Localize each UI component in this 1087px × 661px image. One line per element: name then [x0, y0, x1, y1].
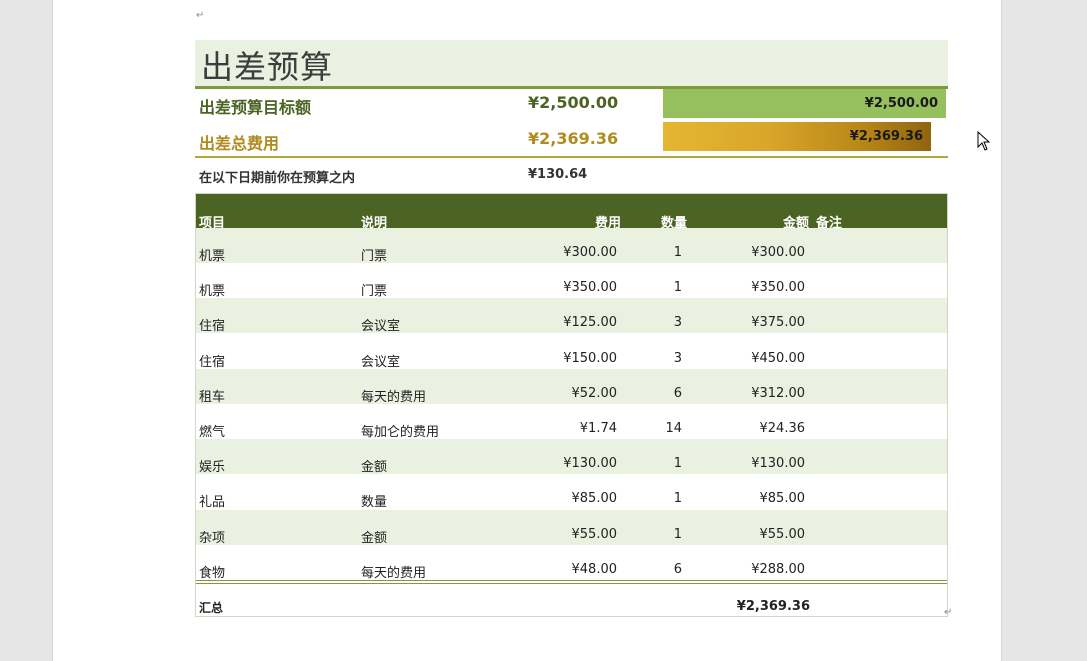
cell-qty[interactable]: 14: [665, 421, 682, 436]
table-row: 住宿 会议室 ¥125.00 3 ¥375.00: [196, 298, 947, 334]
total-bar: ¥2,369.36: [663, 122, 931, 151]
cell-desc[interactable]: 会议室: [361, 315, 400, 334]
cell-amount[interactable]: ¥375.00: [751, 315, 805, 330]
table-row: 燃气 每加仑的费用 ¥1.74 14 ¥24.36: [196, 404, 947, 440]
cell-item[interactable]: 燃气: [199, 421, 225, 440]
cell-cost[interactable]: ¥1.74: [580, 421, 617, 436]
cell-cost[interactable]: ¥52.00: [572, 386, 618, 401]
paragraph-mark-icon: ↵: [944, 607, 953, 618]
table-row: 机票 门票 ¥350.00 1 ¥350.00: [196, 263, 947, 299]
cell-amount[interactable]: ¥55.00: [760, 527, 806, 542]
target-value[interactable]: ¥2,500.00: [528, 93, 618, 112]
table-row: 礼品 数量 ¥85.00 1 ¥85.00: [196, 474, 947, 510]
cell-amount[interactable]: ¥24.36: [760, 421, 806, 436]
cell-item[interactable]: 机票: [199, 245, 225, 264]
expense-table: 项目 说明 费用 数量 金额 备注 机票 门票 ¥300.00 1 ¥300.00 机票门…: [195, 193, 948, 617]
total-row-value[interactable]: ¥2,369.36: [737, 599, 810, 614]
cell-desc[interactable]: 门票: [361, 280, 387, 299]
mouse-pointer-icon: [977, 131, 991, 151]
cell-item[interactable]: 租车: [199, 386, 225, 405]
cell-item[interactable]: 杂项: [199, 527, 225, 546]
total-row-label[interactable]: 汇总: [199, 599, 223, 616]
table-row: 杂项 金额 ¥55.00 1 ¥55.00: [196, 509, 947, 546]
cell-item[interactable]: 礼品: [199, 491, 225, 510]
cell-qty[interactable]: 1: [674, 245, 682, 260]
cell-qty[interactable]: 1: [674, 456, 682, 471]
cell-qty[interactable]: 6: [674, 562, 682, 577]
cell-amount[interactable]: ¥85.00: [760, 491, 806, 506]
table-header: 项目 说明 费用 数量 金额 备注: [196, 194, 947, 231]
cell-qty[interactable]: 1: [674, 491, 682, 506]
cell-desc[interactable]: 会议室: [361, 351, 400, 370]
target-label[interactable]: 出差预算目标额: [199, 94, 311, 118]
cell-desc[interactable]: 每天的费用: [361, 386, 426, 405]
table-row: 机票 门票 ¥300.00 1 ¥300.00: [196, 228, 947, 264]
cell-cost[interactable]: ¥300.00: [563, 245, 617, 260]
cell-desc[interactable]: 数量: [361, 491, 387, 510]
cell-amount[interactable]: ¥350.00: [751, 280, 805, 295]
cell-cost[interactable]: ¥130.00: [563, 456, 617, 471]
title-band: 出差预算: [195, 40, 948, 89]
divider: [195, 156, 948, 158]
cell-qty[interactable]: 6: [674, 386, 682, 401]
cell-desc[interactable]: 每天的费用: [361, 562, 426, 581]
cell-amount[interactable]: ¥130.00: [751, 456, 805, 471]
table-row: 娱乐 金额 ¥130.00 1 ¥130.00: [196, 439, 947, 475]
total-value[interactable]: ¥2,369.36: [528, 129, 618, 148]
cell-cost[interactable]: ¥48.00: [572, 562, 618, 577]
cell-cost[interactable]: ¥350.00: [563, 280, 617, 295]
total-label[interactable]: 出差总费用: [199, 130, 279, 154]
cell-cost[interactable]: ¥85.00: [572, 491, 618, 506]
cell-cost[interactable]: ¥125.00: [563, 315, 617, 330]
cell-qty[interactable]: 3: [674, 315, 682, 330]
cell-qty[interactable]: 1: [674, 527, 682, 542]
cell-amount[interactable]: ¥300.00: [751, 245, 805, 260]
cell-qty[interactable]: 3: [674, 351, 682, 366]
table-row: 食物 每天的费用 ¥48.00 6 ¥288.00: [196, 544, 947, 581]
cell-item[interactable]: 住宿: [199, 351, 225, 370]
table-row: 租车 每天的费用 ¥52.00 6 ¥312.00: [196, 368, 947, 405]
cell-item[interactable]: 娱乐: [199, 456, 225, 475]
cell-cost[interactable]: ¥150.00: [563, 351, 617, 366]
cell-amount[interactable]: ¥450.00: [751, 351, 805, 366]
cell-desc[interactable]: 金额: [361, 456, 387, 475]
cell-cost[interactable]: ¥55.00: [572, 527, 618, 542]
cell-desc[interactable]: 门票: [361, 245, 387, 264]
cell-item[interactable]: 机票: [199, 280, 225, 299]
cell-qty[interactable]: 1: [674, 280, 682, 295]
table-row: 住宿 会议室 ¥150.00 3 ¥450.00: [196, 333, 947, 370]
remaining-value[interactable]: ¥130.64: [528, 167, 587, 182]
cell-amount[interactable]: ¥288.00: [751, 562, 805, 577]
cell-desc[interactable]: 每加仑的费用: [361, 421, 439, 440]
cell-amount[interactable]: ¥312.00: [751, 386, 805, 401]
target-bar: ¥2,500.00: [663, 89, 946, 118]
paragraph-mark-icon: ↵: [196, 10, 205, 21]
total-divider: [196, 580, 947, 581]
remaining-label[interactable]: 在以下日期前你在预算之内: [199, 167, 355, 186]
cell-item[interactable]: 住宿: [199, 315, 225, 334]
cell-desc[interactable]: 金额: [361, 527, 387, 546]
cell-item[interactable]: 食物: [199, 562, 225, 581]
page-title[interactable]: 出差预算: [201, 42, 333, 88]
total-divider: [196, 583, 947, 584]
